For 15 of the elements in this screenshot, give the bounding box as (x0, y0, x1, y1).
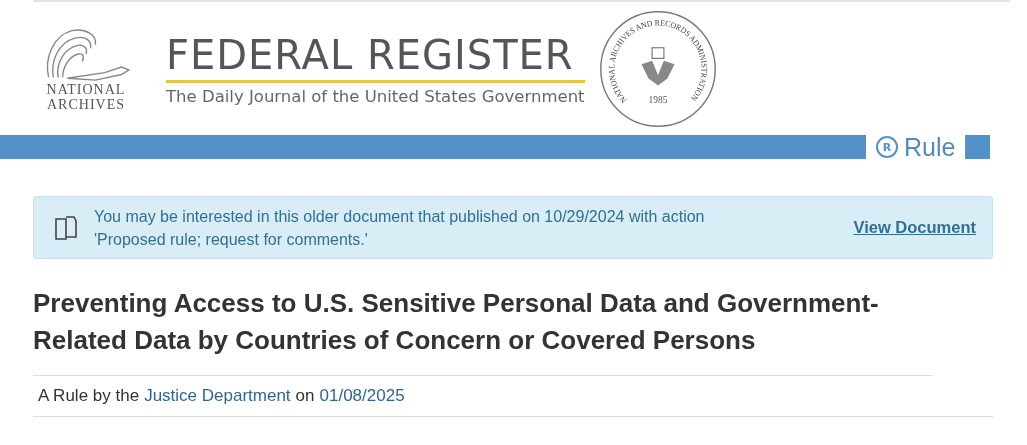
notice-text: 'Proposed rule; request for comments.' (94, 229, 369, 250)
header-bar (965, 135, 991, 159)
site-subtitle: The Daily Journal of the United States Government (166, 86, 585, 106)
view-document-link[interactable]: View Document (853, 218, 976, 237)
byline-text: on (295, 386, 315, 406)
document-title: Preventing Access to U.S. Sensitive Personal Data and Government-Related Data by Countries of Concern or Covered Persons (33, 285, 933, 376)
agency-link[interactable]: Justice Department (144, 386, 291, 406)
byline-text: A Rule by the (38, 386, 140, 406)
date-link[interactable]: 01/08/2025 (319, 386, 405, 406)
logo-text: ARCHIVES (47, 96, 125, 112)
notice-text: You may be interested in this older document that published on 10/29/2024 with action (94, 206, 706, 227)
logo-text: NATIONAL (46, 81, 126, 97)
site-title[interactable]: FEDERAL REGISTER (166, 31, 585, 83)
document-type-label: Rule (904, 132, 956, 162)
documents-icon (54, 214, 78, 241)
